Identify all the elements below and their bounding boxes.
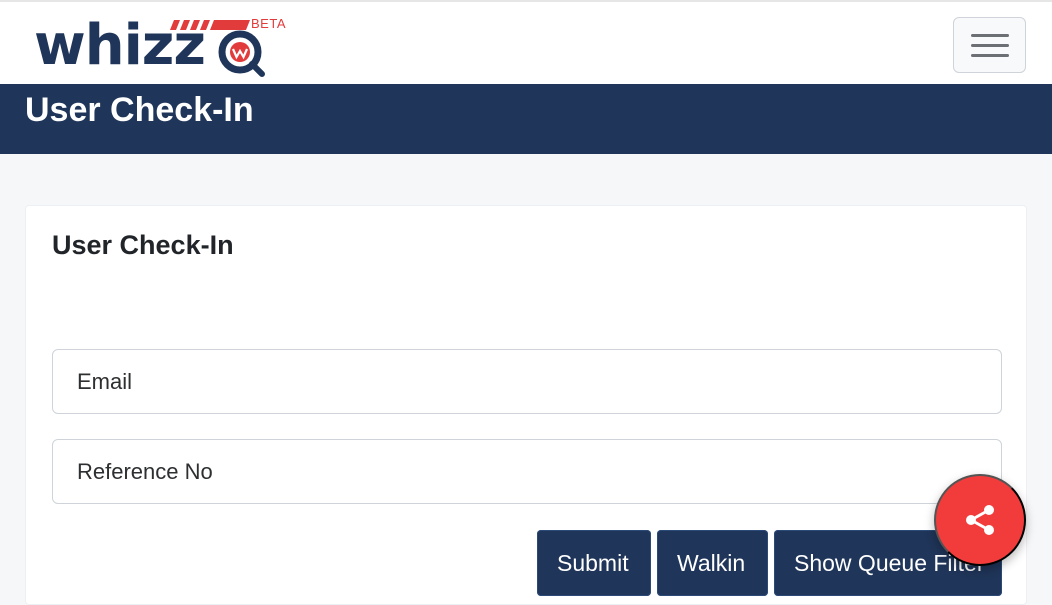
hamburger-icon-line xyxy=(970,53,1009,57)
share-icon xyxy=(966,505,994,535)
reference-no-input[interactable] xyxy=(52,439,1002,504)
navbar-toggle-button[interactable] xyxy=(953,17,1026,73)
top-navbar: whizz BETA xyxy=(0,0,1052,84)
share-fab-button[interactable] xyxy=(934,474,1026,566)
page-title: User Check-In xyxy=(25,91,254,129)
email-input[interactable] xyxy=(52,349,1002,414)
card-title: User Check-In xyxy=(52,230,234,260)
check-in-card: User Check-In Submit Walkin Show Queue F… xyxy=(25,205,1027,605)
whizzq-logo[interactable]: whizz BETA xyxy=(34,12,294,78)
hamburger-icon xyxy=(970,33,1009,37)
hamburger-icon-line xyxy=(970,43,1009,47)
beta-badge: BETA xyxy=(251,16,286,31)
logo-wordmark: whizz xyxy=(34,13,206,78)
page-banner: User Check-In xyxy=(0,84,1052,154)
walkin-button[interactable]: Walkin xyxy=(657,530,768,596)
logo-q-icon xyxy=(218,30,265,77)
submit-button[interactable]: Submit xyxy=(537,530,651,596)
